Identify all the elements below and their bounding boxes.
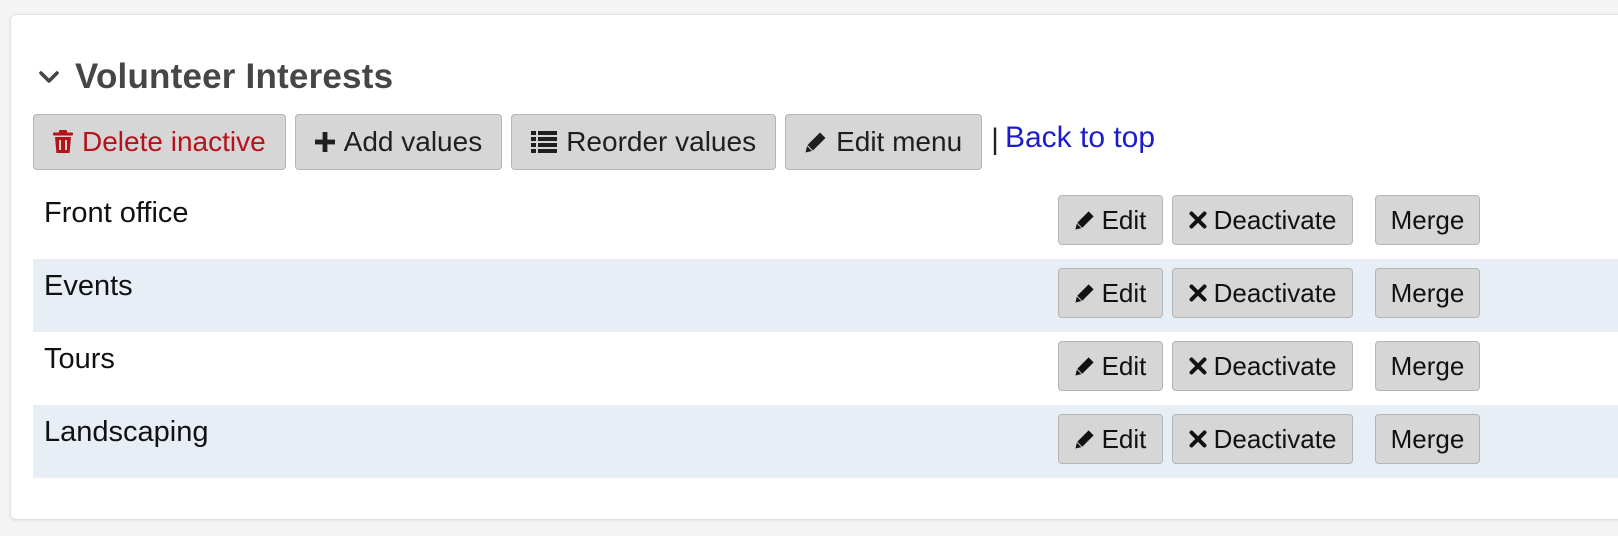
deactivate-label: Deactivate xyxy=(1213,423,1337,454)
delete-inactive-button[interactable]: Delete inactive xyxy=(33,114,286,170)
pencil-icon xyxy=(805,132,826,153)
close-icon xyxy=(1189,211,1207,229)
merge-button[interactable]: Merge xyxy=(1375,414,1480,464)
pencil-icon xyxy=(1075,357,1094,376)
edit-menu-label: Edit menu xyxy=(836,126,963,157)
edit-button[interactable]: Edit xyxy=(1058,341,1163,391)
option-row-tours: Tours Edit Deactivate Merge xyxy=(33,332,1618,405)
deactivate-button[interactable]: Deactivate xyxy=(1172,268,1353,318)
edit-label: Edit xyxy=(1101,350,1147,381)
reorder-values-label: Reorder values xyxy=(566,126,757,157)
close-icon xyxy=(1189,284,1207,302)
add-values-label: Add values xyxy=(343,126,483,157)
section-title: Volunteer Interests xyxy=(75,57,394,96)
merge-label: Merge xyxy=(1390,350,1465,381)
option-value-list: Front office Edit Deactivate Merge Event… xyxy=(33,186,1618,478)
edit-menu-button[interactable]: Edit menu xyxy=(785,114,983,170)
merge-label: Merge xyxy=(1390,277,1465,308)
merge-button[interactable]: Merge xyxy=(1375,195,1480,245)
add-values-button[interactable]: Add values xyxy=(294,114,503,170)
deactivate-label: Deactivate xyxy=(1213,204,1337,235)
merge-label: Merge xyxy=(1390,423,1465,454)
edit-label: Edit xyxy=(1101,204,1147,235)
merge-button[interactable]: Merge xyxy=(1375,341,1480,391)
option-label: Events xyxy=(44,270,133,302)
back-to-top-link[interactable]: Back to top xyxy=(1005,121,1155,155)
pencil-icon xyxy=(1075,430,1094,449)
deactivate-button[interactable]: Deactivate xyxy=(1172,414,1353,464)
option-label: Front office xyxy=(44,197,189,229)
merge-button[interactable]: Merge xyxy=(1375,268,1480,318)
edit-button[interactable]: Edit xyxy=(1058,195,1163,245)
plus-icon xyxy=(314,132,335,152)
deactivate-button[interactable]: Deactivate xyxy=(1172,341,1353,391)
option-row-front-office: Front office Edit Deactivate Merge xyxy=(33,186,1618,259)
option-row-landscaping: Landscaping Edit Deactivate Merge xyxy=(33,405,1618,478)
deactivate-label: Deactivate xyxy=(1213,277,1337,308)
edit-button[interactable]: Edit xyxy=(1058,268,1163,318)
close-icon xyxy=(1189,430,1207,448)
volunteer-interests-panel: Volunteer Interests Delete inactive Add … xyxy=(10,14,1618,520)
section-header[interactable]: Volunteer Interests xyxy=(37,57,393,97)
option-toolbar: Delete inactive Add values Reorder value… xyxy=(33,114,1155,170)
merge-label: Merge xyxy=(1390,204,1465,235)
option-label: Landscaping xyxy=(44,416,209,448)
edit-label: Edit xyxy=(1101,277,1147,308)
pencil-icon xyxy=(1075,284,1094,303)
edit-button[interactable]: Edit xyxy=(1058,414,1163,464)
edit-label: Edit xyxy=(1101,423,1147,454)
option-label: Tours xyxy=(44,343,115,375)
close-icon xyxy=(1189,357,1207,375)
toolbar-separator: | xyxy=(991,123,999,156)
delete-inactive-label: Delete inactive xyxy=(82,126,266,157)
reorder-values-button[interactable]: Reorder values xyxy=(511,114,777,170)
pencil-icon xyxy=(1075,211,1094,230)
deactivate-button[interactable]: Deactivate xyxy=(1172,195,1353,245)
list-icon xyxy=(531,131,558,153)
deactivate-label: Deactivate xyxy=(1213,350,1337,381)
chevron-down-icon[interactable] xyxy=(37,65,61,89)
option-row-events: Events Edit Deactivate Merge xyxy=(33,259,1618,332)
trash-icon xyxy=(53,130,73,153)
